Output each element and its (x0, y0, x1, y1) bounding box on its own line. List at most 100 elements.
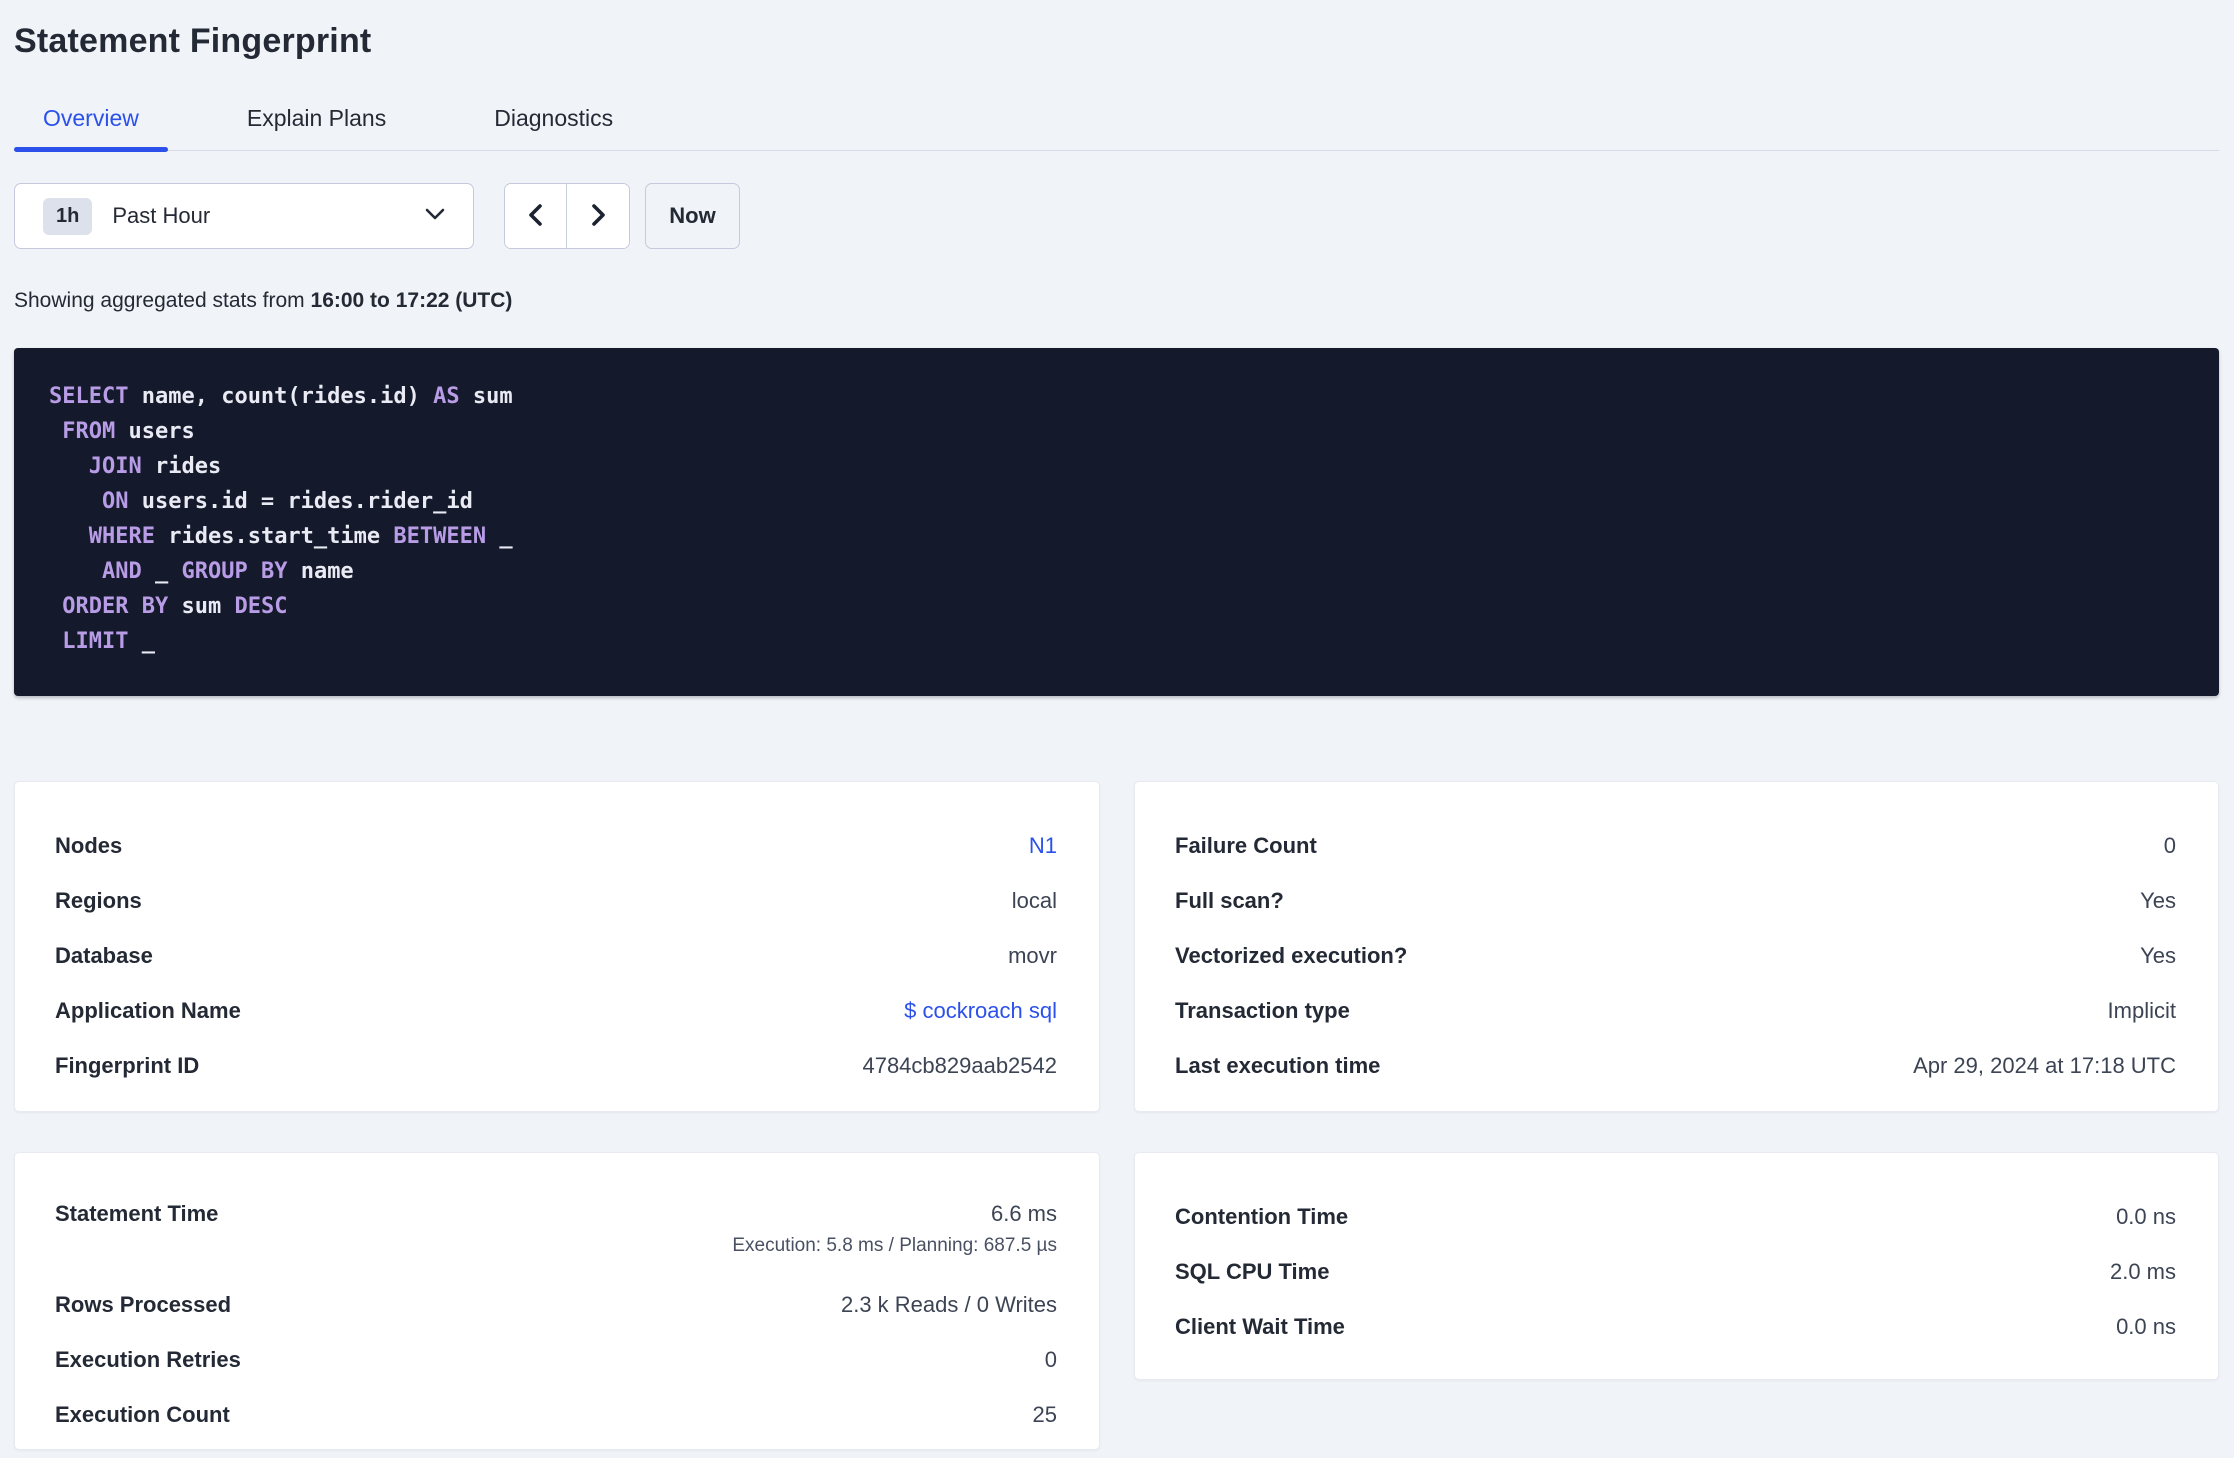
stat-row: Database movr (55, 928, 1057, 983)
time-range-arrows (504, 183, 630, 249)
stat-label: Execution Retries (55, 1346, 241, 1372)
stat-row: Transaction type Implicit (1175, 983, 2176, 1038)
sql-line: SELECT name, count(rides.id) AS sum (49, 379, 2185, 414)
stat-value: Yes (2140, 942, 2176, 968)
time-controls: 1h Past Hour Now (14, 183, 2219, 249)
sql-identifier (49, 419, 62, 444)
stat-value: 0 (2163, 832, 2176, 858)
wait-times-card: Contention Time 0.0 ns SQL CPU Time 2.0 ms C… (1134, 1152, 2219, 1380)
stat-label: Database (55, 942, 153, 968)
statement-details-card: Nodes N1 Regions local Database movr Applicati… (14, 781, 1100, 1112)
chevron-right-icon (586, 201, 610, 232)
sql-keyword: FROM (62, 419, 116, 444)
stat-label: Failure Count (1175, 832, 1317, 858)
stat-value: Implicit (2107, 997, 2176, 1023)
sql-identifier: rides.start_time (154, 524, 394, 549)
stat-label: Nodes (55, 832, 123, 858)
sql-line: WHERE rides.start_time BETWEEN _ (49, 519, 2185, 554)
sql-keyword: DESC (234, 594, 288, 619)
sql-line: LIMIT _ (49, 624, 2185, 659)
time-range-dropdown[interactable]: 1h Past Hour (14, 183, 474, 249)
sql-identifier (49, 489, 102, 514)
stat-label: Regions (55, 887, 142, 913)
stat-label: Client Wait Time (1175, 1313, 1345, 1339)
stats-line-range: 16:00 to 17:22 (UTC) (310, 289, 513, 312)
stat-label: Rows Processed (55, 1291, 232, 1317)
stat-row: SQL CPU Time 2.0 ms (1175, 1244, 2176, 1299)
aggregated-stats-line: Showing aggregated stats from 16:00 to 1… (14, 289, 2219, 313)
sql-identifier: sum (168, 594, 235, 619)
stat-row: Nodes N1 (55, 818, 1057, 873)
sql-identifier: name (287, 559, 354, 584)
stat-value: movr (1008, 942, 1057, 968)
stat-label: SQL CPU Time (1175, 1258, 1330, 1284)
stat-row: Application Name $ cockroach sql (55, 983, 1057, 1038)
sql-keyword: BETWEEN (393, 524, 487, 549)
time-range-label: Past Hour (112, 203, 211, 228)
stat-subvalue: Execution: 5.8 ms / Planning: 687.5 µs (732, 1235, 1057, 1256)
stat-value: 2.0 ms (2109, 1258, 2176, 1284)
stat-row: Full scan? Yes (1175, 873, 2176, 928)
sql-identifier: sum (459, 384, 513, 409)
tab-bar: Overview Explain Plans Diagnostics (14, 86, 2219, 152)
sql-keyword: GROUP BY (181, 559, 288, 584)
stat-label: Last execution time (1175, 1052, 1381, 1078)
next-time-range-button[interactable] (567, 184, 629, 248)
chevron-left-icon (524, 201, 548, 232)
stat-row: Regions local (55, 873, 1057, 928)
stat-value: 0.0 ns (2116, 1203, 2176, 1229)
sql-line: JOIN rides (49, 449, 2185, 484)
page-title: Statement Fingerprint (14, 22, 372, 60)
sql-identifier: name, count(rides.id) (128, 384, 434, 409)
sql-keyword: ORDER BY (62, 594, 169, 619)
stat-value: 0 (1044, 1346, 1057, 1372)
stat-value-stack: 6.6 ms Execution: 5.8 ms / Planning: 687.… (732, 1197, 1057, 1261)
stat-row: Execution Retries 0 (55, 1332, 1057, 1387)
time-range-badge: 1h (43, 197, 93, 235)
stat-value: Yes (2140, 887, 2176, 913)
stat-row: Rows Processed 2.3 k Reads / 0 Writes (55, 1277, 1057, 1332)
chevron-down-icon (423, 206, 447, 227)
stat-label: Application Name (55, 997, 241, 1023)
sql-line: AND _ GROUP BY name (49, 554, 2185, 589)
tab-diagnostics[interactable]: Diagnostics (465, 86, 642, 150)
previous-time-range-button[interactable] (505, 184, 567, 248)
stat-value-link[interactable]: $ cockroach sql (904, 994, 1057, 1028)
stat-row: Last execution time Apr 29, 2024 at 17:18… (1175, 1038, 2176, 1093)
sql-identifier: users (115, 419, 195, 444)
stat-row: Failure Count 0 (1175, 818, 2176, 873)
stat-row: Statement Time 6.6 ms Execution: 5.8 ms / … (55, 1189, 1057, 1277)
stat-row: Client Wait Time 0.0 ns (1175, 1299, 2176, 1354)
sql-keyword: LIMIT (62, 629, 129, 654)
sql-line: ON users.id = rides.rider_id (49, 484, 2185, 519)
sql-identifier: rides (141, 454, 222, 479)
stat-value: 6.6 ms (990, 1201, 1057, 1226)
statement-fingerprint-page: Statement Fingerprint Overview Explain Pl… (0, 0, 2234, 1450)
sql-keyword: SELECT (49, 384, 129, 409)
sql-identifier: _ (128, 629, 155, 654)
stat-label: Execution Count (55, 1401, 230, 1427)
stat-value: 0.0 ns (2116, 1313, 2176, 1339)
sql-identifier (49, 454, 89, 479)
stat-value: Apr 29, 2024 at 17:18 UTC (1913, 1052, 2176, 1078)
stat-label: Transaction type (1175, 997, 1350, 1023)
sql-identifier: _ (141, 559, 182, 584)
tab-explain-plans[interactable]: Explain Plans (218, 86, 415, 150)
sql-identifier (49, 629, 62, 654)
stats-line-prefix: Showing aggregated stats from (14, 289, 311, 312)
sql-identifier (49, 524, 89, 549)
stat-row: Contention Time 0.0 ns (1175, 1189, 2176, 1244)
stat-value-link[interactable]: N1 (1029, 829, 1057, 863)
stat-label: Vectorized execution? (1175, 942, 1408, 968)
execution-attributes-card: Failure Count 0 Full scan? Yes Vectorized ex… (1134, 781, 2219, 1112)
statement-times-card: Statement Time 6.6 ms Execution: 5.8 ms / … (14, 1152, 1100, 1450)
stat-value: 2.3 k Reads / 0 Writes (840, 1291, 1057, 1317)
sql-keyword: AND (101, 559, 142, 584)
now-button[interactable]: Now (645, 183, 740, 249)
sql-line: ORDER BY sum DESC (49, 589, 2185, 624)
stat-label: Contention Time (1175, 1203, 1349, 1229)
sql-statement-box: SELECT name, count(rides.id) AS sum FROM… (14, 348, 2219, 696)
tab-overview[interactable]: Overview (14, 86, 168, 152)
stat-row: Execution Count 25 (55, 1387, 1057, 1442)
stat-value: 4784cb829aab2542 (862, 1052, 1057, 1078)
